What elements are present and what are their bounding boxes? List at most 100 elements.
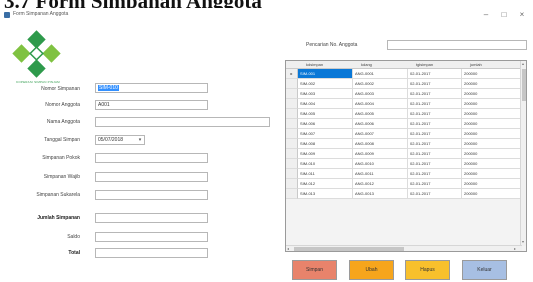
horizontal-scroll-thumb[interactable] [294,247,404,251]
table-cell[interactable]: 200000 [462,79,521,89]
total-field[interactable] [95,248,208,258]
table-cell[interactable]: 200000 [462,129,521,139]
table-row[interactable]: SIM-010 ANG-0010 02-01-2017 200000 [286,159,521,169]
table-cell[interactable]: SIM-012 [298,179,353,189]
nomor-simpanan-field[interactable]: SIM-010 [95,83,208,93]
table-cell[interactable]: 02-01-2017 [408,99,462,109]
row-header[interactable] [286,139,298,149]
table-cell[interactable]: 02-01-2017 [408,119,462,129]
table-cell[interactable]: 200000 [462,169,521,179]
table-cell[interactable]: 200000 [462,109,521,119]
table-row[interactable]: SIM-004 ANG-0004 02-01-2017 200000 [286,99,521,109]
saldo-field[interactable] [95,232,208,242]
simpanan-sukarela-field[interactable] [95,190,208,200]
vertical-scroll-thumb[interactable] [522,69,526,101]
table-cell[interactable]: 02-01-2017 [408,89,462,99]
row-header[interactable] [286,189,298,199]
table-cell[interactable]: 200000 [462,89,521,99]
row-header[interactable] [286,149,298,159]
table-cell[interactable]: 02-01-2017 [408,139,462,149]
table-row[interactable]: SIM-012 ANG-0012 02-01-2017 200000 [286,179,521,189]
table-cell[interactable]: 02-01-2017 [408,149,462,159]
table-row[interactable]: SIM-008 ANG-0008 02-01-2017 200000 [286,139,521,149]
maximize-icon[interactable]: □ [496,8,512,22]
table-cell[interactable]: 200000 [462,179,521,189]
table-cell[interactable]: SIM-011 [298,169,353,179]
table-row[interactable]: SIM-002 ANG-0002 02-01-2017 200000 [286,79,521,89]
table-cell[interactable]: 200000 [462,139,521,149]
column-header[interactable]: jumlah [470,62,482,67]
jumlah-simpanan-field[interactable] [95,213,208,223]
table-cell[interactable]: 02-01-2017 [408,109,462,119]
table-cell[interactable]: ANG-0004 [353,99,408,109]
column-header[interactable]: kdang [361,62,372,67]
table-cell[interactable]: 200000 [462,189,521,199]
table-row[interactable]: SIM-009 ANG-0009 02-01-2017 200000 [286,149,521,159]
row-header[interactable] [286,109,298,119]
column-header[interactable]: kdsimpan [306,62,323,67]
table-cell[interactable]: ANG-0012 [353,179,408,189]
search-input[interactable] [387,40,527,50]
table-cell[interactable]: ANG-0001 [353,69,408,79]
table-cell[interactable]: SIM-004 [298,99,353,109]
table-cell[interactable]: SIM-001 [298,69,353,79]
simpanan-pokok-field[interactable] [95,153,208,163]
scroll-down-icon[interactable]: ▾ [522,239,524,245]
table-cell[interactable]: ANG-0005 [353,109,408,119]
table-cell[interactable]: SIM-009 [298,149,353,159]
table-cell[interactable]: 02-01-2017 [408,179,462,189]
table-cell[interactable]: 02-01-2017 [408,189,462,199]
table-cell[interactable]: SIM-002 [298,79,353,89]
hapus-button[interactable]: Hapus [405,260,450,280]
table-cell[interactable]: 200000 [462,119,521,129]
table-cell[interactable]: 02-01-2017 [408,129,462,139]
table-cell[interactable]: SIM-005 [298,109,353,119]
scroll-left-icon[interactable]: ◂ [287,246,289,251]
row-header[interactable] [286,159,298,169]
row-header[interactable]: ▸ [286,69,298,79]
table-row[interactable]: SIM-007 ANG-0007 02-01-2017 200000 [286,129,521,139]
nama-anggota-field[interactable] [95,117,270,127]
keluar-button[interactable]: Keluar [462,260,507,280]
column-header[interactable]: tglsimpan [416,62,433,67]
table-row[interactable]: SIM-006 ANG-0006 02-01-2017 200000 [286,119,521,129]
table-cell[interactable]: ANG-0013 [353,189,408,199]
table-cell[interactable]: SIM-013 [298,189,353,199]
table-cell[interactable]: 200000 [462,99,521,109]
table-cell[interactable]: 200000 [462,159,521,169]
row-header[interactable] [286,119,298,129]
row-header[interactable] [286,99,298,109]
vertical-scrollbar[interactable]: ▴ ▾ [520,61,526,246]
table-cell[interactable]: ANG-0006 [353,119,408,129]
horizontal-scrollbar[interactable]: ◂ ▸ [286,245,522,251]
table-row[interactable]: SIM-013 ANG-0013 02-01-2017 200000 [286,189,521,199]
table-cell[interactable]: 02-01-2017 [408,169,462,179]
row-header[interactable] [286,89,298,99]
table-cell[interactable]: 02-01-2017 [408,159,462,169]
table-cell[interactable]: SIM-008 [298,139,353,149]
table-cell[interactable]: ANG-0011 [353,169,408,179]
ubah-button[interactable]: Ubah [349,260,394,280]
row-header[interactable] [286,79,298,89]
table-cell[interactable]: ANG-0009 [353,149,408,159]
table-cell[interactable]: ANG-0002 [353,79,408,89]
table-cell[interactable]: SIM-007 [298,129,353,139]
simpan-button[interactable]: Simpan [292,260,337,280]
table-cell[interactable]: ANG-0007 [353,129,408,139]
table-cell[interactable]: 02-01-2017 [408,69,462,79]
table-cell[interactable]: ANG-0010 [353,159,408,169]
row-header[interactable] [286,129,298,139]
minimize-icon[interactable]: – [478,8,494,22]
table-cell[interactable]: SIM-010 [298,159,353,169]
table-cell[interactable]: 02-01-2017 [408,79,462,89]
row-header[interactable] [286,179,298,189]
nomor-anggota-field[interactable]: A001 [95,100,208,110]
table-cell[interactable]: ANG-0003 [353,89,408,99]
row-header[interactable] [286,169,298,179]
scroll-up-icon[interactable]: ▴ [522,61,524,67]
simpanan-wajib-field[interactable] [95,172,208,182]
tanggal-simpan-picker[interactable]: 05/07/2018 ▾ [95,135,145,145]
calendar-dropdown-icon[interactable]: ▾ [137,137,143,143]
table-cell[interactable]: ANG-0008 [353,139,408,149]
table-row[interactable]: SIM-005 ANG-0005 02-01-2017 200000 [286,109,521,119]
